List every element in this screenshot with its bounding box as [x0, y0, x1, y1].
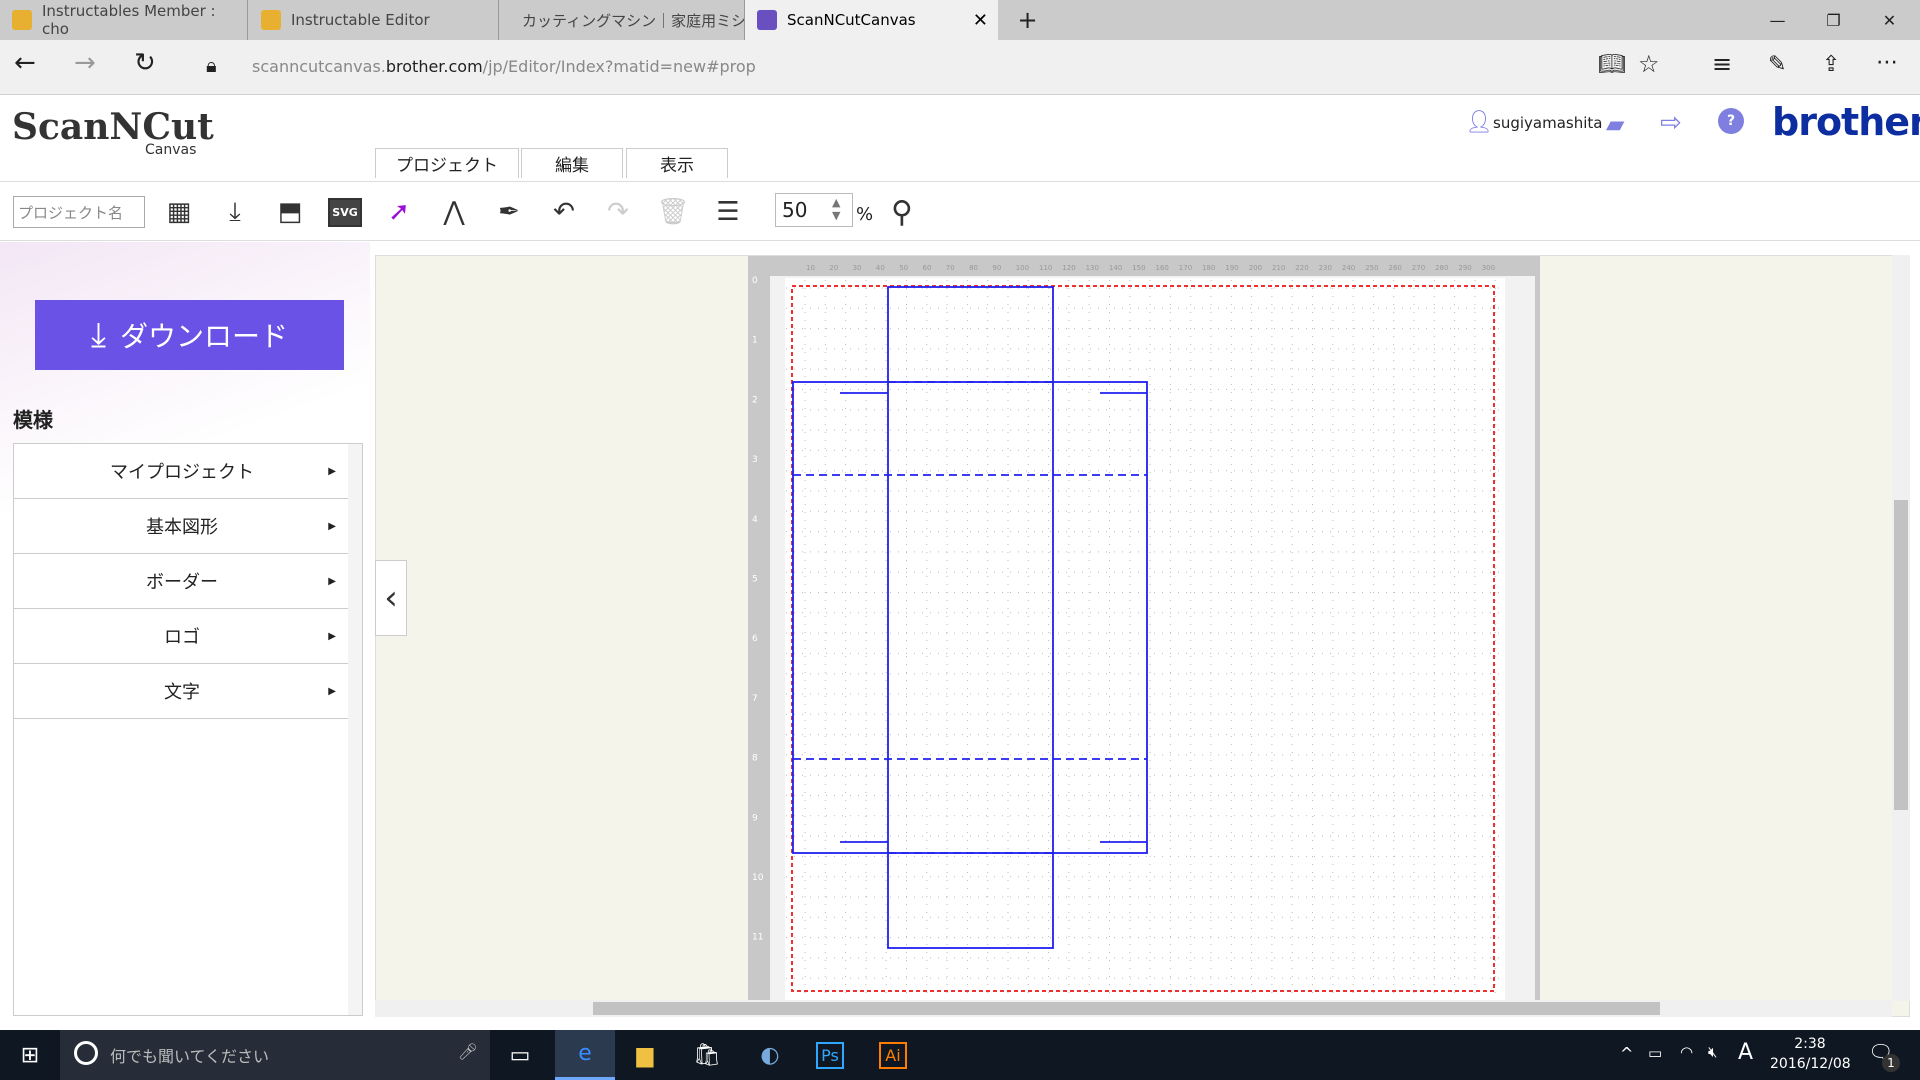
- edge-icon[interactable]: e: [555, 1030, 615, 1080]
- ruler-tick-label: 40: [876, 264, 885, 272]
- ruler-inch-label: 9: [752, 813, 758, 823]
- battery-icon[interactable]: ▭: [1648, 1044, 1662, 1062]
- ruler-tick-label: 120: [1062, 264, 1075, 272]
- ruler-tick-label: 10: [806, 264, 815, 272]
- volume-muted-icon[interactable]: 🔇︎: [1708, 1043, 1717, 1061]
- ruler-inch-label: 4: [752, 515, 758, 525]
- show-hidden-icons-icon[interactable]: ^: [1620, 1044, 1633, 1063]
- cutting-mat: 10 20 30 40 50 60 70 80 90 100 110 120 130 140 150 160 1…: [748, 256, 1540, 1000]
- ruler-inch-label: 11: [752, 933, 763, 943]
- app-icon[interactable]: ◐: [740, 1030, 800, 1080]
- ruler-inch-label: 3: [752, 455, 758, 465]
- taskbar: ⊞ 何でも聞いてください 🎤︎ ▭ e ▆ 🛍︎ ◐ Ps Ai ^ ▭ ◠ 🔇︎…: [0, 1030, 1920, 1080]
- store-icon[interactable]: 🛍︎: [677, 1030, 737, 1080]
- ruler-tick-label: 230: [1319, 264, 1332, 272]
- ruler-tick-label: 240: [1342, 264, 1355, 272]
- ruler-tick-label: 80: [969, 264, 978, 272]
- ruler-tick-label: 160: [1156, 264, 1169, 272]
- task-view-icon[interactable]: ▭: [490, 1030, 550, 1080]
- mat-paper: [785, 278, 1505, 1000]
- horizontal-scrollbar[interactable]: [375, 1000, 1892, 1017]
- ruler-inch-label: 2: [752, 395, 758, 405]
- ruler-tick-label: 220: [1295, 264, 1308, 272]
- ruler-tick-label: 50: [899, 264, 908, 272]
- ruler-tick-label: 290: [1458, 264, 1471, 272]
- collapse-panel-button[interactable]: ‹: [375, 560, 407, 636]
- ruler-inch-label: 0: [752, 276, 758, 286]
- ruler-inch-label: 8: [752, 754, 758, 764]
- ruler-inch-label: 7: [752, 694, 758, 704]
- ruler-tick-label: 90: [992, 264, 1001, 272]
- wifi-icon[interactable]: ◠: [1680, 1043, 1693, 1061]
- ruler-tick-label: 100: [1016, 264, 1029, 272]
- ruler-tick-label: 200: [1249, 264, 1262, 272]
- cortana-circle-icon: [74, 1041, 98, 1065]
- ruler-tick-label: 70: [946, 264, 955, 272]
- ruler-tick-label: 130: [1086, 264, 1099, 272]
- ruler-tick-label: 60: [923, 264, 932, 272]
- ruler-tick-label: 260: [1389, 264, 1402, 272]
- ruler-tick-label: 190: [1225, 264, 1238, 272]
- ruler-tick-label: 300: [1482, 264, 1495, 272]
- microphone-icon: 🎤︎: [457, 1042, 478, 1061]
- ruler-inch-label: 10: [752, 873, 764, 883]
- start-windows-icon[interactable]: ⊞: [0, 1030, 60, 1080]
- clock[interactable]: 2:38 2016/12/08: [1770, 1034, 1851, 1074]
- ruler-tick-label: 110: [1039, 264, 1052, 272]
- ruler-tick-label: 180: [1202, 264, 1215, 272]
- ruler-tick-label: 170: [1179, 264, 1192, 272]
- ruler-tick-label: 140: [1109, 264, 1122, 272]
- notification-count: 1: [1882, 1054, 1900, 1072]
- ruler-tick-label: 250: [1365, 264, 1378, 272]
- ruler-tick-label: 210: [1272, 264, 1285, 272]
- ruler-inch-label: 5: [752, 575, 758, 585]
- illustrator-icon[interactable]: Ai: [879, 1041, 907, 1069]
- ime-indicator[interactable]: A: [1738, 1040, 1753, 1065]
- ruler-tick-label: 280: [1435, 264, 1448, 272]
- ruler-tick-label: 30: [853, 264, 862, 272]
- ruler-inch-label: 6: [752, 634, 758, 644]
- photoshop-icon[interactable]: Ps: [816, 1041, 844, 1069]
- vertical-scrollbar[interactable]: [1892, 255, 1910, 1001]
- ruler-inch-label: 1: [752, 336, 758, 346]
- cortana-search-input[interactable]: 何でも聞いてください 🎤︎: [60, 1030, 490, 1080]
- ruler-tick-label: 150: [1132, 264, 1145, 272]
- ruler-tick-label: 270: [1412, 264, 1425, 272]
- file-explorer-icon[interactable]: ▆: [615, 1030, 675, 1080]
- ruler-tick-label: 20: [829, 264, 838, 272]
